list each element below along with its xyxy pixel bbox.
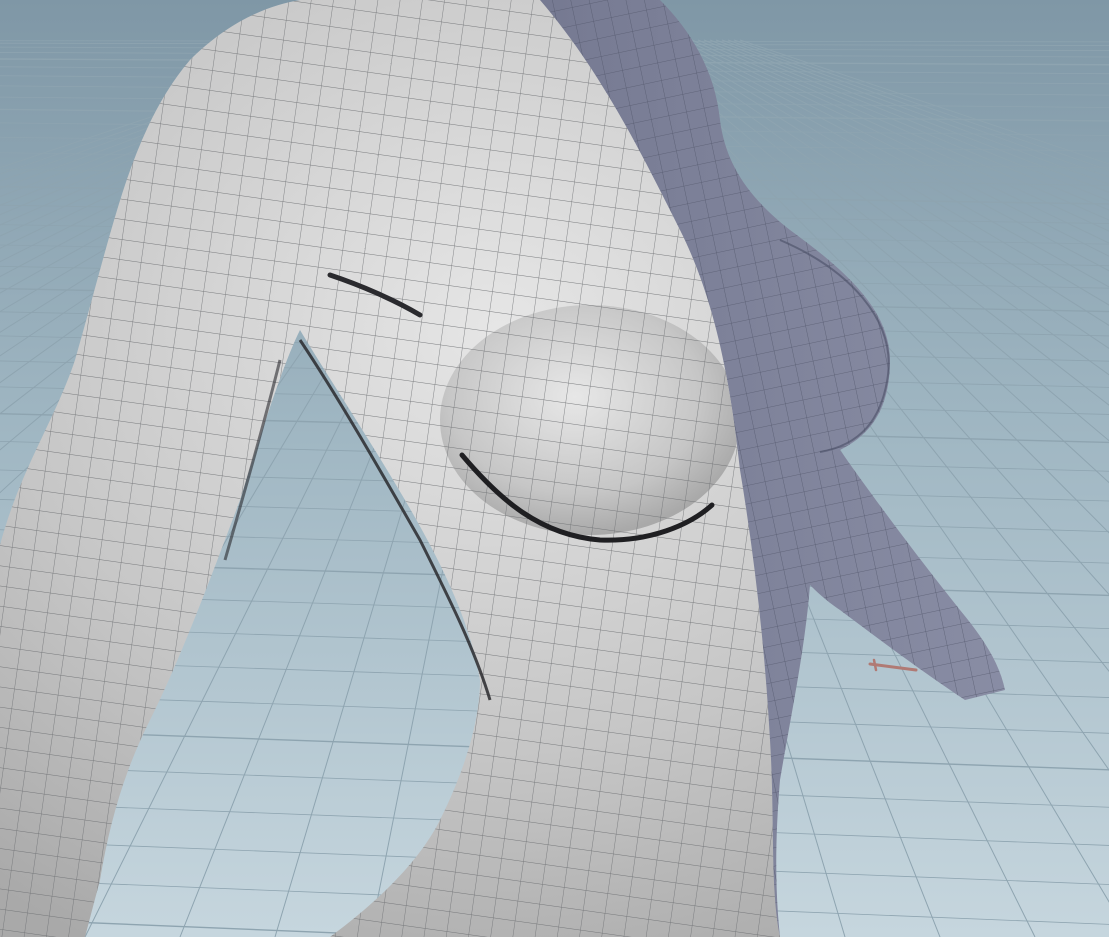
3d-viewport[interactable] xyxy=(0,0,1109,937)
viewport-canvas[interactable] xyxy=(0,0,1109,937)
